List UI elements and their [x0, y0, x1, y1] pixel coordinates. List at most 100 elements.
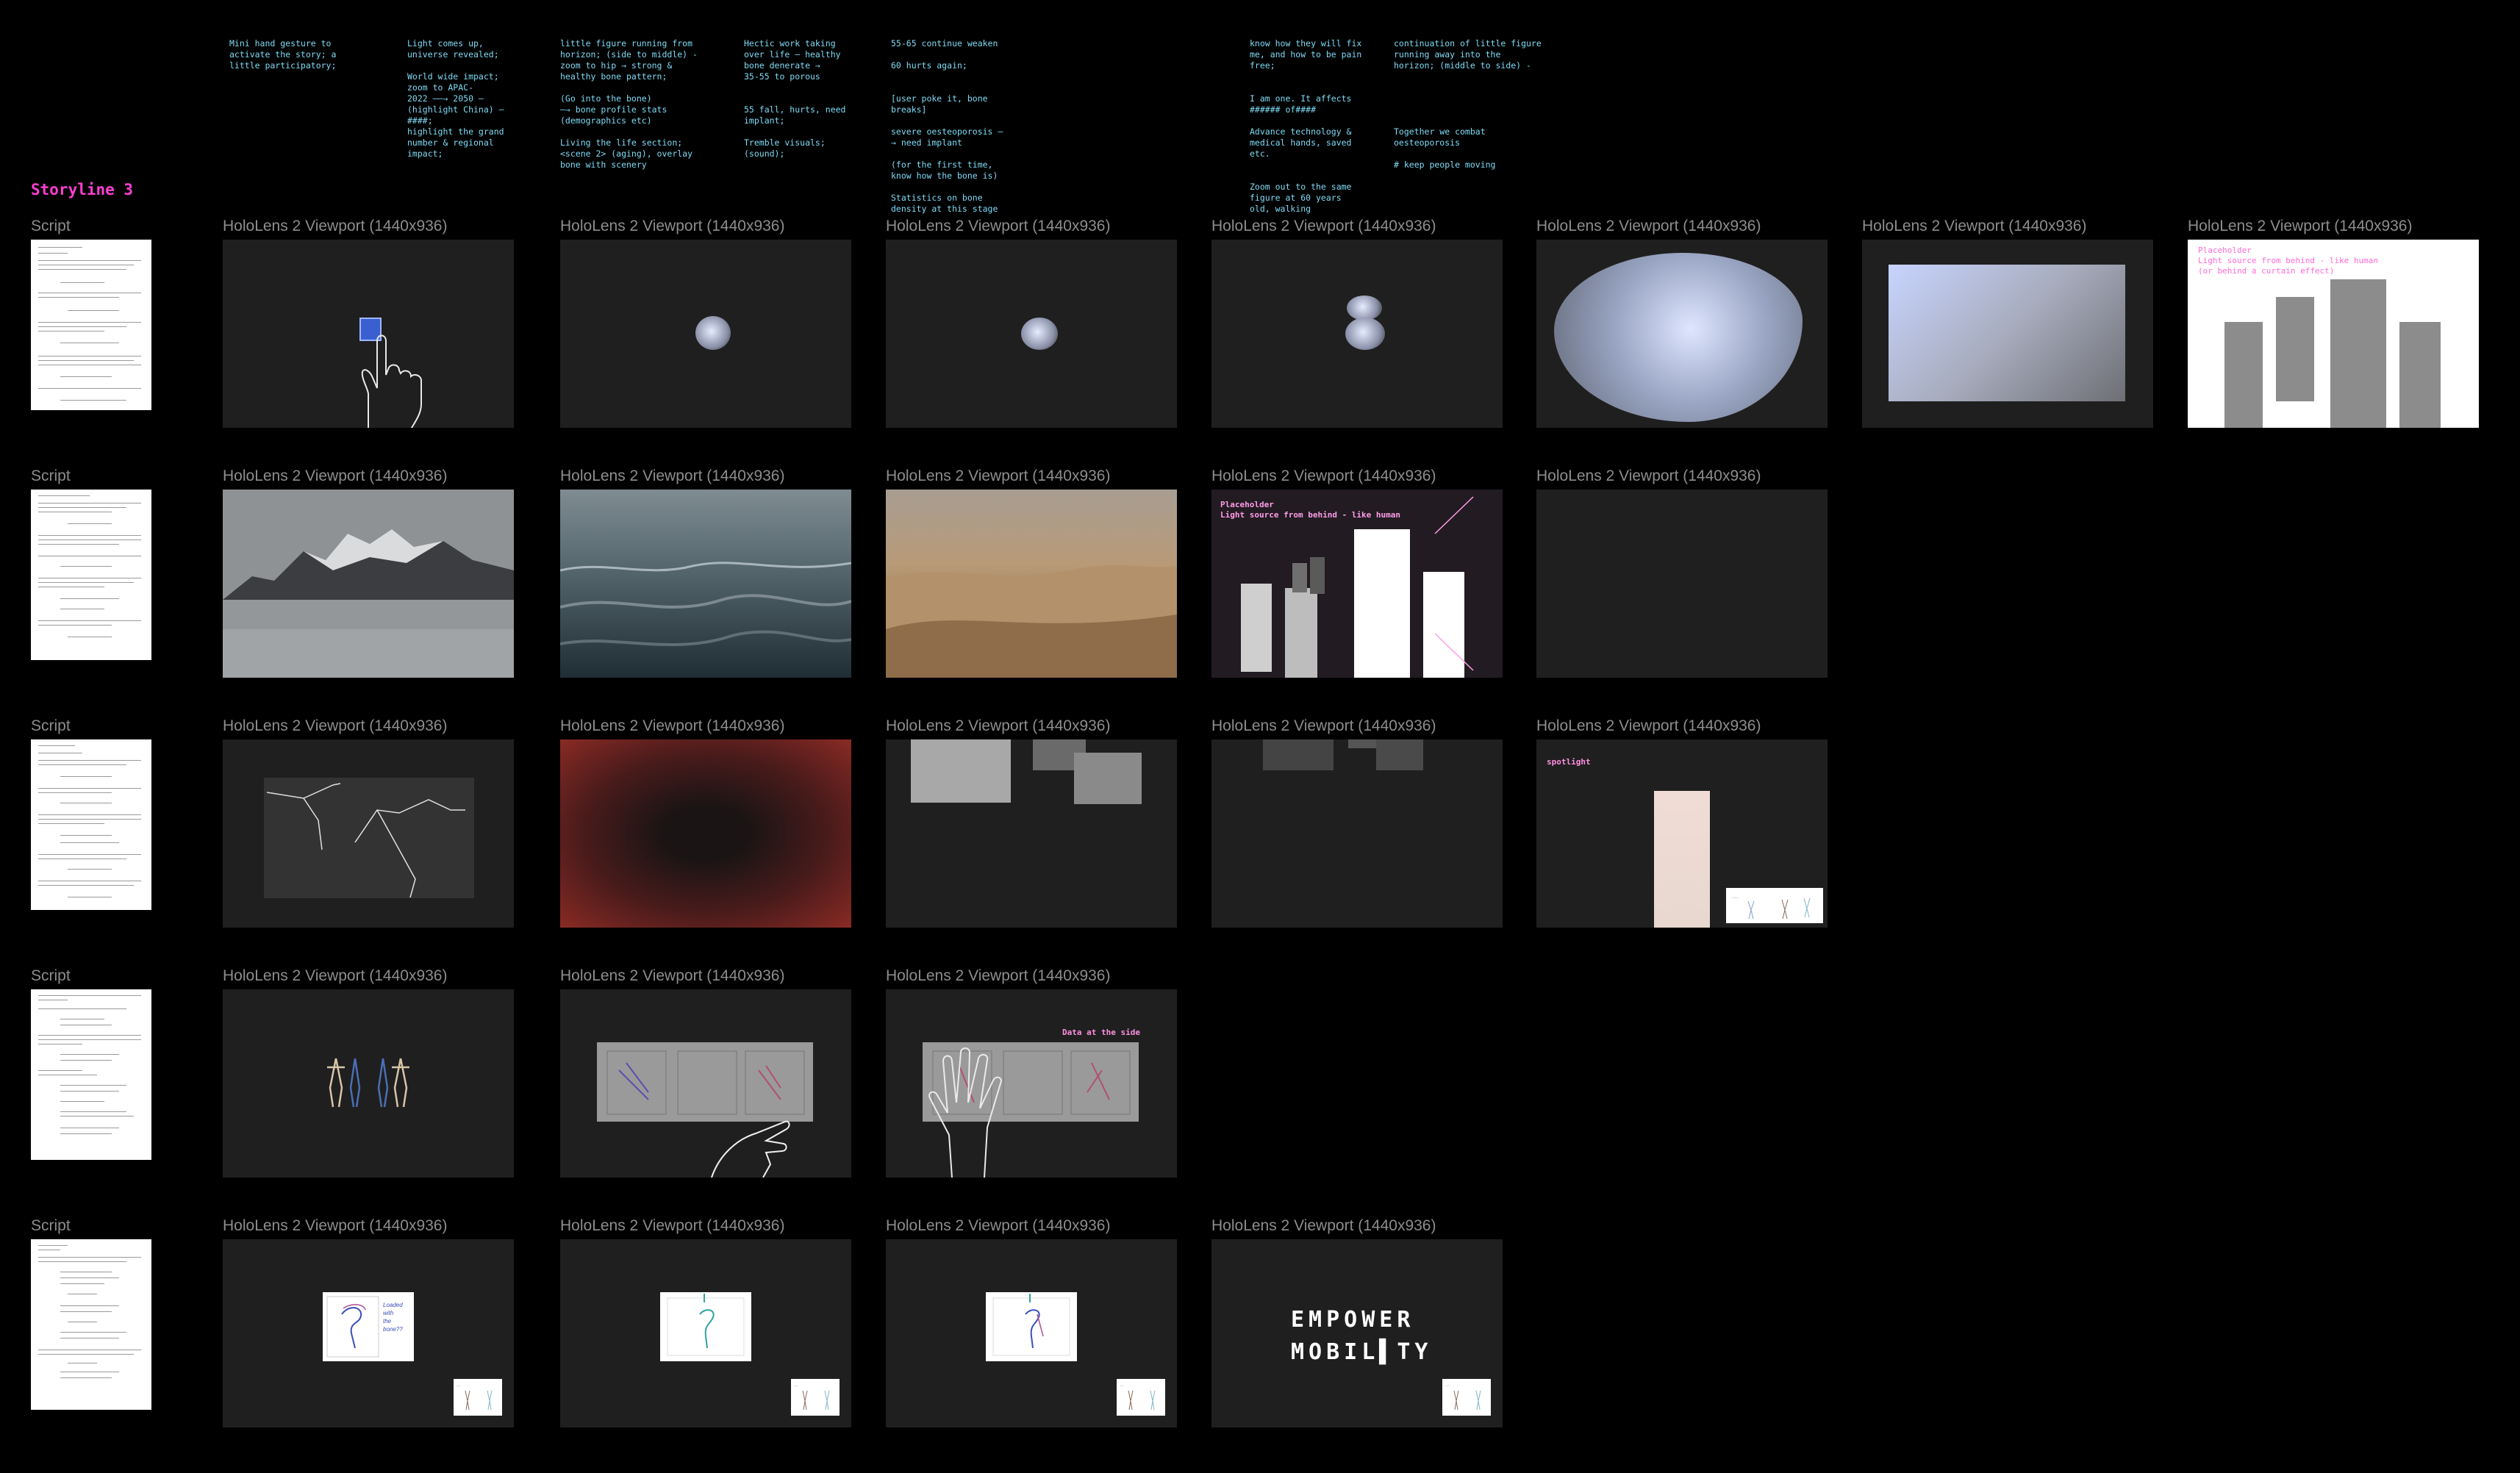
thumbnail-card[interactable]: ... — [1442, 1379, 1491, 1416]
viewport-label: HoloLens 2 Viewport (1440x936) — [2188, 218, 2413, 234]
svg-text:....: .... — [1732, 894, 1739, 900]
light-orb — [1021, 318, 1058, 350]
thumbnail-card[interactable]: .... — [1726, 888, 1823, 923]
viewport-frame[interactable] — [886, 490, 1177, 678]
viewport-frame[interactable] — [560, 739, 851, 928]
light-blob — [1554, 253, 1803, 422]
viewport-frame[interactable] — [1536, 240, 1828, 428]
viewport-frame[interactable]: ... — [886, 1239, 1177, 1427]
bar-shape — [2330, 279, 2386, 428]
viewport-frame[interactable] — [1862, 240, 2153, 428]
viewport-frame[interactable]: Loaded with the bone?? ... — [223, 1239, 514, 1427]
storyboard-note-7: continuation of little figure running aw… — [1394, 38, 1542, 170]
viewport-frame[interactable]: Placeholder Light source from behind - l… — [2188, 240, 2479, 428]
hand-icon — [361, 334, 422, 428]
bone-icon — [992, 1294, 1070, 1356]
script-page[interactable] — [31, 240, 151, 410]
viewport-label: HoloLens 2 Viewport (1440x936) — [886, 218, 1111, 234]
viewport-frame[interactable] — [223, 989, 514, 1178]
sketch-card — [986, 1292, 1077, 1361]
script-label: Script — [31, 218, 71, 234]
script-page[interactable] — [31, 1239, 151, 1410]
script-label: Script — [31, 1217, 71, 1234]
viewport-frame[interactable] — [1536, 490, 1828, 678]
viewport-frame[interactable] — [560, 989, 851, 1178]
light-orb — [1345, 318, 1385, 350]
storyboard-note-2: Light comes up, universe revealed; World… — [407, 38, 504, 159]
viewport-label: HoloLens 2 Viewport (1440x936) — [886, 967, 1111, 984]
bar-shape — [1310, 557, 1325, 594]
viewport-label: HoloLens 2 Viewport (1440x936) — [560, 717, 785, 734]
viewport-label: HoloLens 2 Viewport (1440x936) — [560, 1217, 785, 1234]
viewport-label: HoloLens 2 Viewport (1440x936) — [886, 717, 1111, 734]
viewport-label: HoloLens 2 Viewport (1440x936) — [223, 717, 448, 734]
script-page[interactable] — [31, 989, 151, 1160]
viewport-label: HoloLens 2 Viewport (1440x936) — [223, 467, 448, 484]
mountain-scene — [223, 490, 514, 678]
spotlight-beam — [1654, 791, 1710, 928]
viewport-frame[interactable]: spotlight .... — [1536, 739, 1828, 928]
floating-panel — [1376, 739, 1423, 770]
bone-icon — [667, 1294, 745, 1356]
viewport-label: HoloLens 2 Viewport (1440x936) — [1862, 218, 2087, 234]
script-label: Script — [31, 717, 71, 734]
viewport-frame[interactable] — [223, 490, 514, 678]
viewport-frame[interactable] — [886, 739, 1177, 928]
section-title: Storyline 3 — [31, 181, 134, 198]
figure-icon: ... — [457, 1383, 493, 1411]
storyboard-note-5: 55-65 continue weaken 60 hurts again; [u… — [891, 38, 1003, 214]
hand-icon — [928, 1047, 1002, 1178]
thumbnail-card[interactable]: ... — [791, 1379, 840, 1416]
viewport-frame[interactable] — [560, 240, 851, 428]
viewport-label: HoloLens 2 Viewport (1440x936) — [1536, 467, 1761, 484]
empower-line-2: MOBIL▌TY — [1291, 1339, 1433, 1365]
viewport-frame[interactable] — [560, 490, 851, 678]
viewport-frame[interactable] — [886, 240, 1177, 428]
hand-icon — [711, 1120, 790, 1178]
viewport-label: HoloLens 2 Viewport (1440x936) — [560, 967, 785, 984]
viewport-label: HoloLens 2 Viewport (1440x936) — [886, 467, 1111, 484]
light-orb — [695, 316, 731, 350]
bar-shape — [1241, 584, 1272, 672]
viewport-label: HoloLens 2 Viewport (1440x936) — [886, 1217, 1111, 1234]
viewport-frame[interactable]: Data at the side — [886, 989, 1177, 1178]
desert-scene — [886, 490, 1177, 678]
thumbnail-card[interactable]: ... — [1117, 1379, 1165, 1416]
light-panel — [1889, 265, 2125, 401]
viewport-frame[interactable] — [1211, 240, 1503, 428]
sketch-card — [660, 1292, 751, 1361]
bar-shape — [2399, 322, 2441, 428]
sketch-card: Loaded with the bone?? — [323, 1292, 414, 1361]
empower-title: EMPOWER MOBIL▌TY — [1291, 1304, 1433, 1369]
figure-icon: .... — [1732, 894, 1811, 920]
viewport-label: HoloLens 2 Viewport (1440x936) — [1211, 1217, 1436, 1234]
bar-shape — [1354, 529, 1410, 678]
viewport-frame[interactable]: Placeholder Light source from behind - l… — [1211, 490, 1503, 678]
figure-icon: ... — [1445, 1383, 1481, 1411]
viewport-frame[interactable]: ... — [560, 1239, 851, 1427]
bar-shape — [1292, 563, 1307, 592]
viewport-frame[interactable] — [1211, 739, 1503, 928]
svg-text:...: ... — [1120, 1383, 1124, 1388]
sketch-note: Loaded with the bone?? — [383, 1302, 403, 1333]
spotlight-label: spotlight — [1547, 757, 1591, 767]
script-page[interactable] — [31, 490, 151, 660]
viewport-label: HoloLens 2 Viewport (1440x936) — [223, 1217, 448, 1234]
data-side-label: Data at the side — [1062, 1028, 1140, 1037]
viewport-frame[interactable]: EMPOWER MOBIL▌TY ... — [1211, 1239, 1503, 1427]
placeholder-title: Placeholder — [1220, 500, 1274, 509]
svg-text:...: ... — [457, 1383, 461, 1388]
svg-text:...: ... — [1445, 1383, 1450, 1388]
thumbnail-card[interactable]: ... — [454, 1379, 502, 1416]
light-orb — [1347, 295, 1382, 320]
viewport-frame[interactable] — [223, 240, 514, 428]
viewport-label: HoloLens 2 Viewport (1440x936) — [1211, 717, 1436, 734]
storyboard-note-1: Mini hand gesture to activate the story;… — [229, 38, 337, 71]
bar-shape — [1285, 588, 1317, 678]
viewport-frame[interactable] — [223, 739, 514, 928]
viewport-label: HoloLens 2 Viewport (1440x936) — [1211, 218, 1436, 234]
ocean-scene — [560, 490, 851, 678]
script-page[interactable] — [31, 739, 151, 910]
bar-shape — [2276, 297, 2314, 401]
bar-shape — [2224, 322, 2263, 428]
